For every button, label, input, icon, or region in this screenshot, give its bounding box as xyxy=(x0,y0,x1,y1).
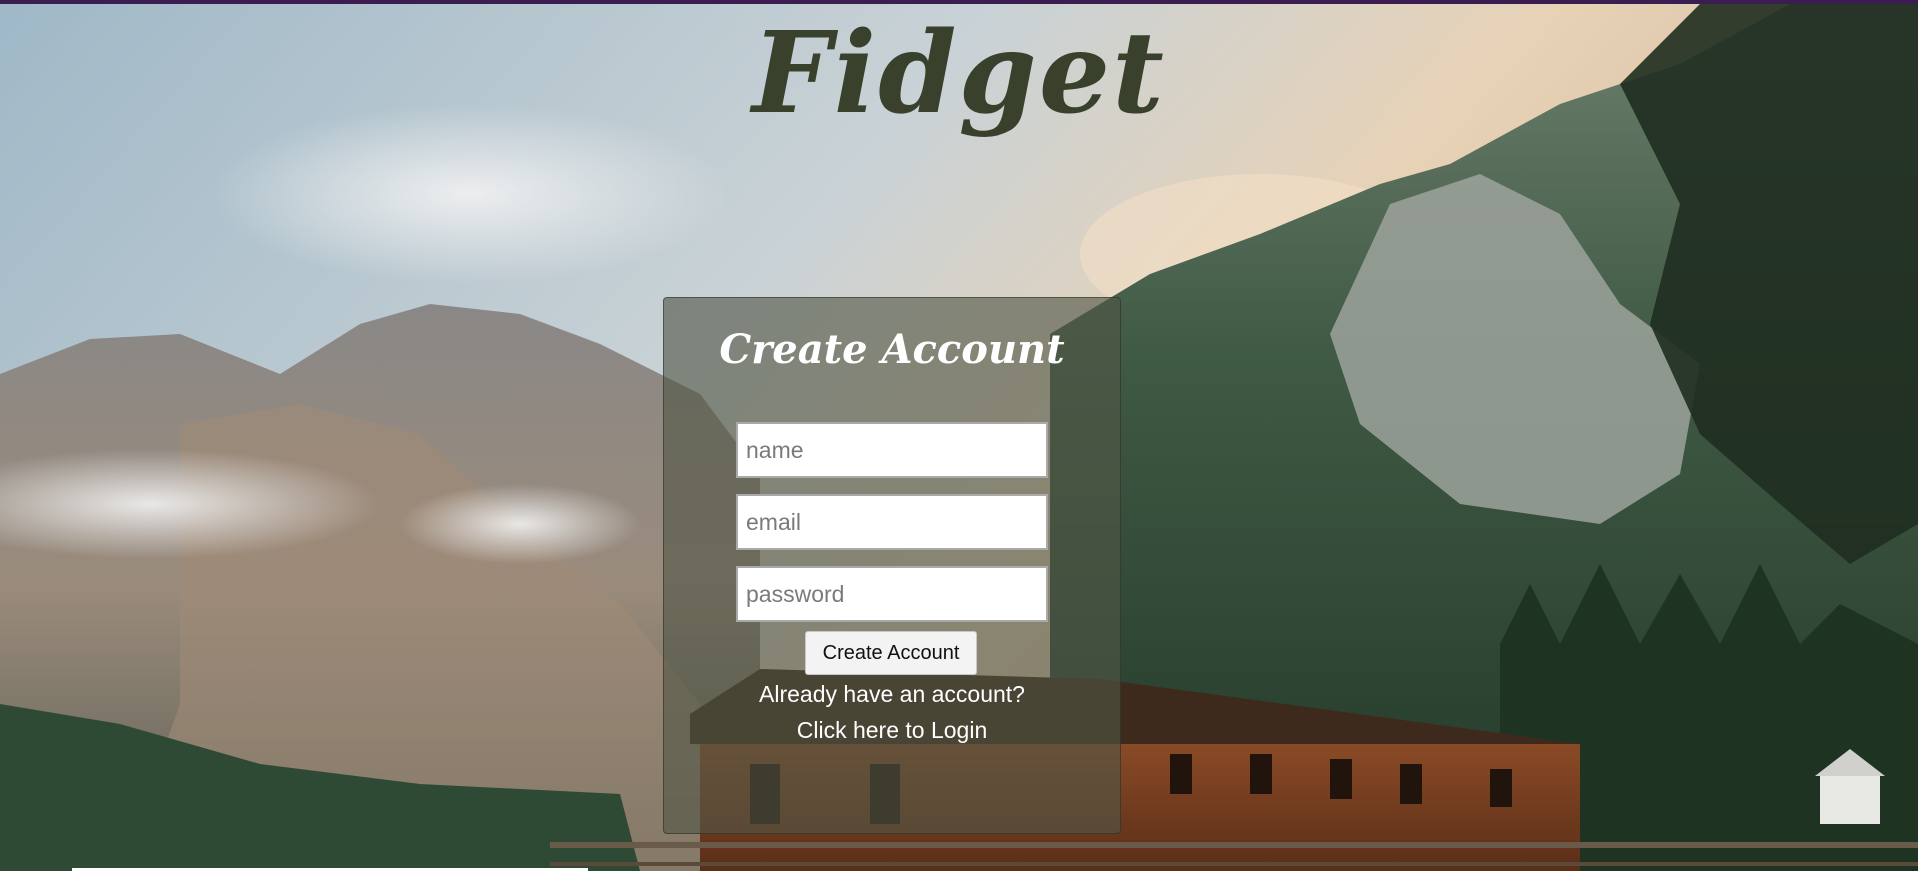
name-input[interactable] xyxy=(736,422,1048,478)
create-account-button[interactable]: Create Account xyxy=(805,631,977,675)
create-account-panel: Create Account Create Account Already ha… xyxy=(663,297,1121,834)
login-link[interactable]: Click here to Login xyxy=(664,717,1120,744)
password-input[interactable] xyxy=(736,566,1048,622)
login-prompt-text: Already have an account? xyxy=(759,681,1025,707)
email-input[interactable] xyxy=(736,494,1048,550)
top-accent-bar xyxy=(0,0,1918,4)
brand-logo: Fidget xyxy=(752,8,1166,139)
form-title: Create Account xyxy=(719,326,1065,373)
